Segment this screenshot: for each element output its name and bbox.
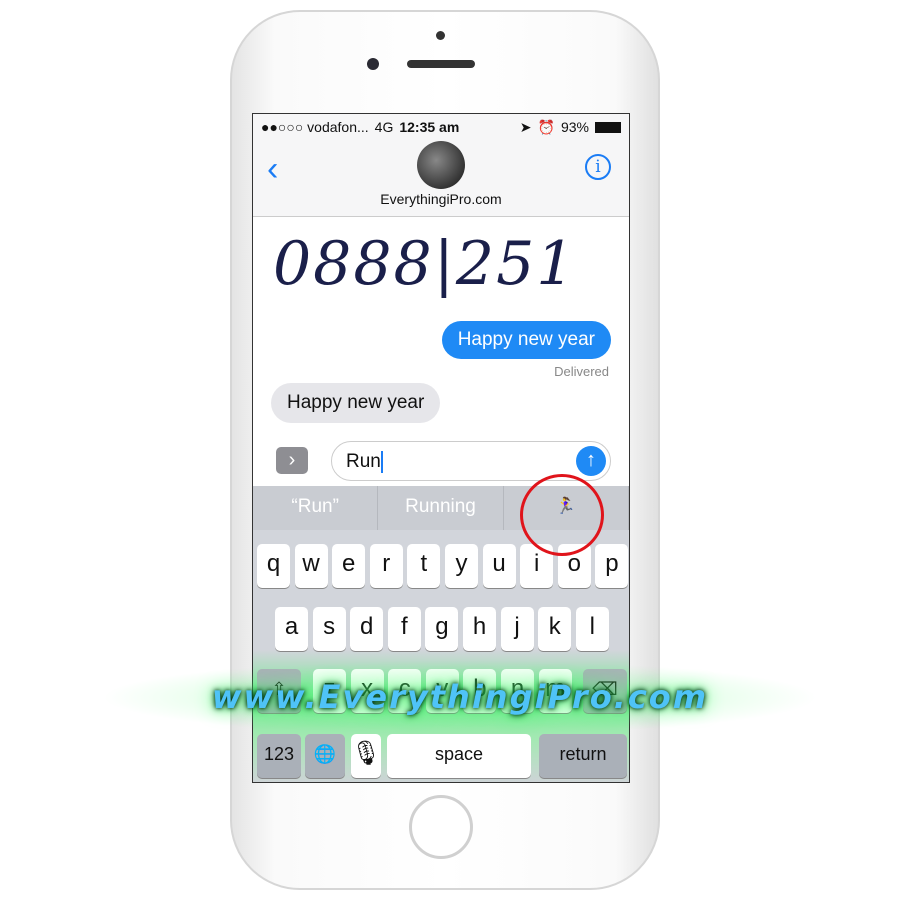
key-a[interactable]: a [275,607,308,651]
nav-bar: ●●○○○ vodafon... 4G 12:35 am ➤ ⏰ 93% ‹ E… [253,114,629,217]
delivered-status: Delivered [554,364,609,379]
status-bar: ●●○○○ vodafon... 4G 12:35 am ➤ ⏰ 93% [253,114,629,140]
send-button[interactable]: ↑ [576,446,606,476]
time: 12:35 am [399,119,460,135]
battery-percent: 93% [560,119,589,135]
key-e[interactable]: e [332,544,366,588]
apps-button[interactable]: › [276,447,308,474]
battery-icon [595,121,621,133]
watermark: www.EverythingiPro.com [100,660,820,735]
carrier: ●●○○○ vodafon... [261,119,369,135]
alarm-icon: ⏰ [537,118,555,135]
home-button[interactable] [409,795,473,859]
input-text: Run [346,451,381,473]
camera [436,31,445,40]
front-camera [367,58,379,70]
key-p[interactable]: p [595,544,629,588]
location-icon: ➤ [519,118,532,135]
key-r[interactable]: r [369,544,403,588]
key-g[interactable]: g [425,607,459,651]
avatar[interactable] [417,141,465,189]
speaker [407,60,475,68]
key-u[interactable]: u [482,544,516,588]
sent-bubble: Happy new year [441,321,611,359]
contact-name[interactable]: EverythingiPro.com [253,191,629,207]
globe-icon[interactable]: 🌐 [305,734,345,778]
key-d[interactable]: d [350,607,384,651]
key-q[interactable]: q [257,544,290,588]
key-l[interactable]: l [575,607,609,651]
key-j[interactable]: j [500,607,534,651]
return-key[interactable]: return [539,734,627,778]
chevron-right-icon: › [288,449,296,471]
handwritten-message: 0888|251 [273,229,577,299]
arrow-up-icon: ↑ [586,449,596,471]
key-k[interactable]: k [538,607,572,651]
network: 4G [374,119,394,135]
microphone-icon[interactable]: 🎙 [351,734,381,778]
chevron-left-icon[interactable]: ‹ [267,150,278,189]
key-y[interactable]: y [445,544,478,588]
prediction-1[interactable]: “Run” [253,486,379,530]
highlight-circle [520,474,604,556]
caret [380,451,383,473]
info-icon[interactable]: i [585,154,611,180]
prediction-2[interactable]: Running [378,486,504,530]
received-bubble: Happy new year [271,383,441,423]
key-f[interactable]: f [387,607,421,651]
numbers-key[interactable]: 123 [257,734,301,778]
key-s[interactable]: s [312,607,346,651]
space-key[interactable]: space [387,734,531,778]
key-h[interactable]: h [463,607,496,651]
key-t[interactable]: t [407,544,441,588]
key-w[interactable]: w [294,544,328,588]
